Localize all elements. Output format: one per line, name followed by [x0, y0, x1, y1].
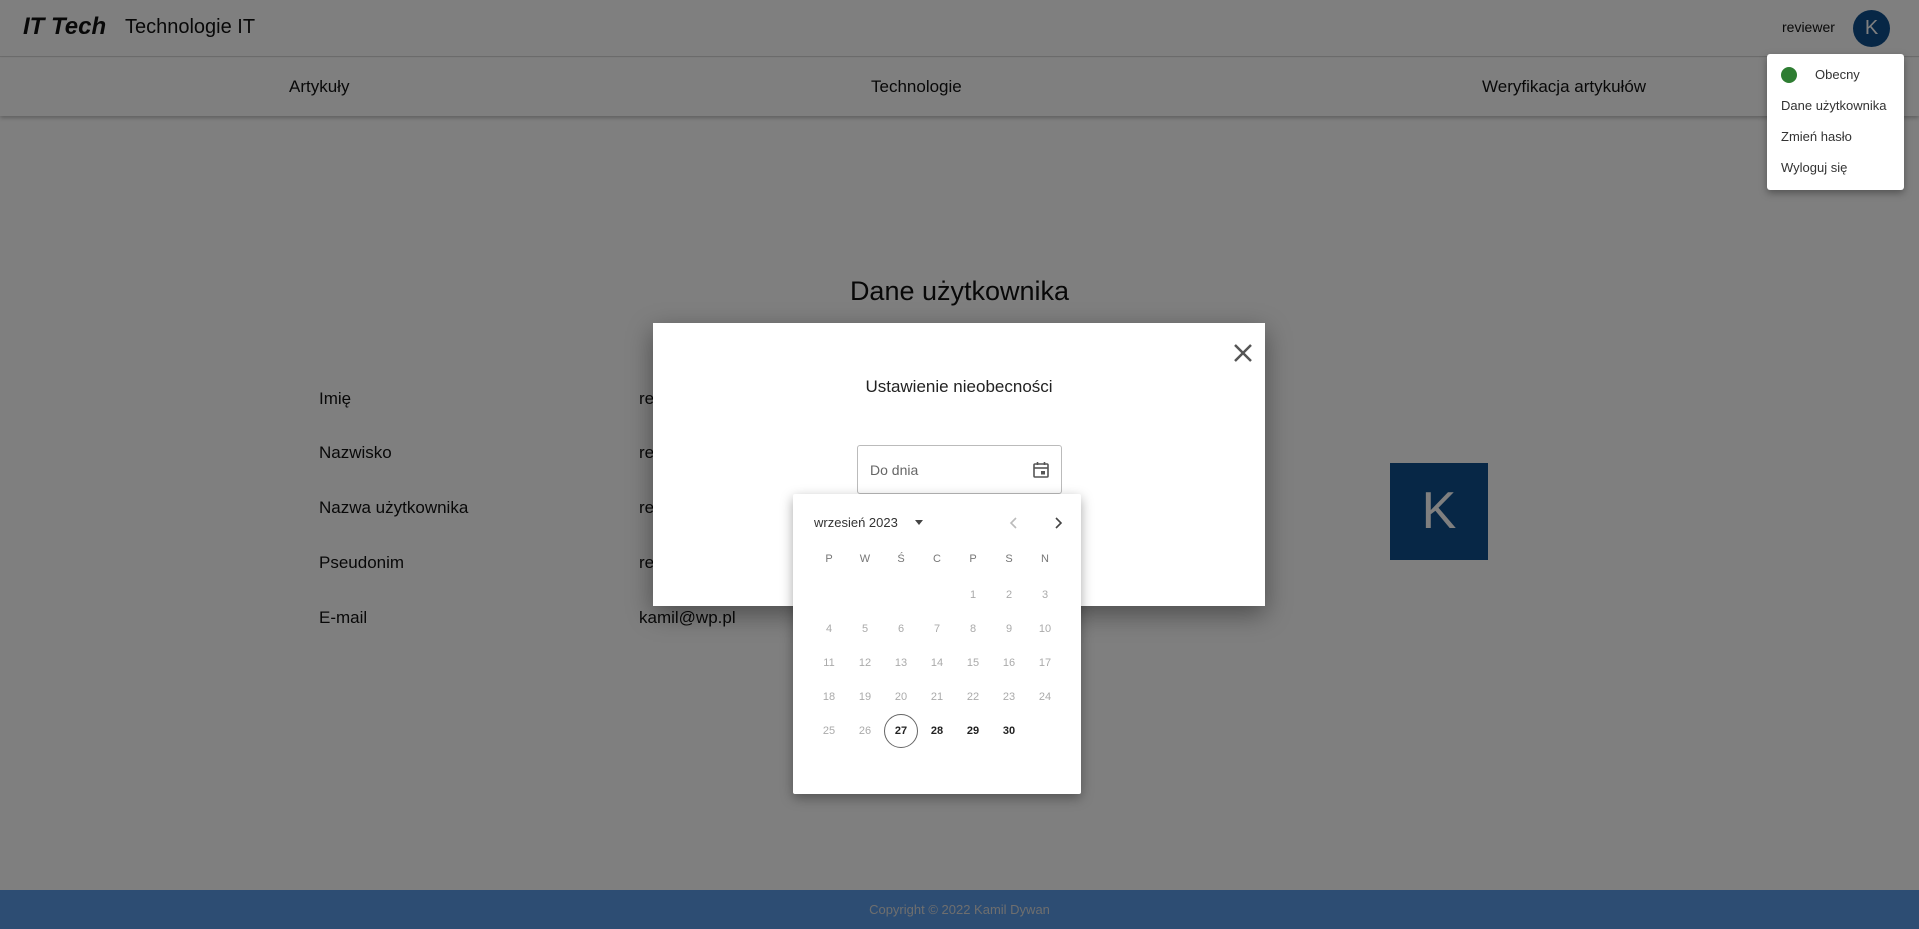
calendar-day-today[interactable]: 27 [884, 714, 918, 748]
weekday-label: C [933, 553, 941, 565]
weekday-label: W [859, 553, 871, 565]
date-until-input[interactable]: Do dnia [857, 445, 1062, 494]
menu-item-change-password[interactable]: Zmień hasło [1781, 129, 1852, 144]
calendar-day: 18 [822, 691, 836, 703]
weekday-label: Ś [897, 553, 905, 565]
chevron-right-icon[interactable] [1046, 511, 1070, 535]
calendar-day: 24 [1038, 691, 1052, 703]
status-menu: Obecny Dane użytkownika Zmień hasło Wylo… [1767, 54, 1904, 190]
calendar-day: 14 [930, 657, 944, 669]
weekday-label: P [825, 553, 833, 565]
calendar-day: 21 [930, 691, 944, 703]
calendar-day: 4 [825, 623, 833, 635]
calendar-day: 17 [1038, 657, 1052, 669]
modal-title: Ustawienie nieobecności [865, 377, 1053, 396]
calendar-day: 9 [1005, 623, 1013, 635]
calendar-day: 3 [1041, 589, 1049, 601]
close-icon[interactable] [1229, 339, 1257, 367]
weekday-label: S [1005, 553, 1013, 565]
calendar-icon[interactable] [1032, 461, 1050, 479]
calendar-day: 23 [1002, 691, 1016, 703]
weekday-label: P [969, 553, 977, 565]
calendar-day: 26 [858, 725, 872, 737]
menu-item-user-data[interactable]: Dane użytkownika [1781, 98, 1887, 113]
calendar-day: 16 [1002, 657, 1016, 669]
status-indicator-icon [1781, 67, 1797, 83]
calendar-day: 5 [861, 623, 869, 635]
weekday-label: N [1041, 553, 1049, 565]
calendar-day: 1 [969, 589, 977, 601]
caret-down-icon[interactable] [915, 520, 923, 525]
calendar-day: 12 [858, 657, 872, 669]
calendar-day: 19 [858, 691, 872, 703]
calendar-day: 15 [966, 657, 980, 669]
calendar-day: 25 [822, 725, 836, 737]
calendar-day: 8 [969, 623, 977, 635]
calendar-day: 22 [966, 691, 980, 703]
calendar-day[interactable]: 29 [956, 714, 990, 748]
date-picker: wrzesień 2023 P W Ś C P S N 1 2 3 4 5 6 7 8 9 10 11 12 13 14… [793, 494, 1081, 794]
date-until-placeholder: Do dnia [870, 462, 919, 478]
chevron-left-icon[interactable] [1002, 511, 1026, 535]
calendar-day[interactable]: 28 [920, 714, 954, 748]
month-year-selector[interactable]: wrzesień 2023 [814, 515, 898, 530]
calendar-day: 7 [933, 623, 941, 635]
menu-item-logout[interactable]: Wyloguj się [1781, 160, 1847, 175]
calendar-day: 13 [894, 657, 908, 669]
calendar-day: 2 [1005, 589, 1013, 601]
status-present[interactable]: Obecny [1815, 67, 1860, 82]
calendar-day: 20 [894, 691, 908, 703]
calendar-day[interactable]: 30 [992, 714, 1026, 748]
calendar-day: 10 [1038, 623, 1052, 635]
calendar-day: 11 [823, 657, 835, 669]
calendar-day: 6 [897, 623, 905, 635]
